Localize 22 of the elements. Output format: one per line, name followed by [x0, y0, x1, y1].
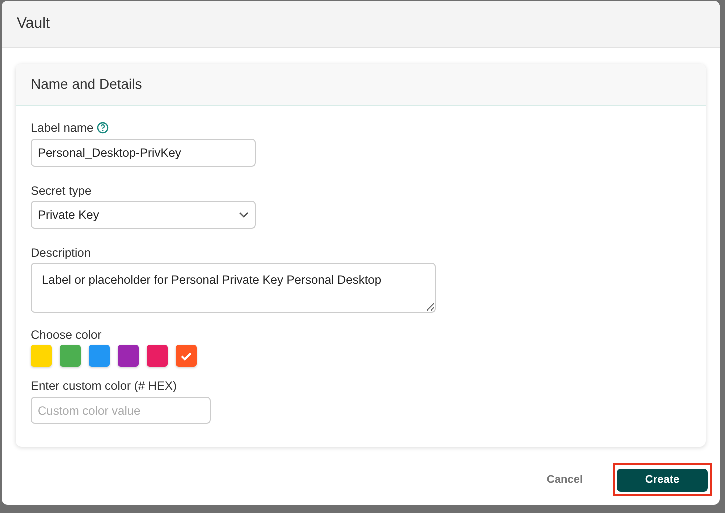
- create-button[interactable]: Create: [617, 468, 708, 492]
- cancel-button[interactable]: Cancel: [536, 468, 593, 492]
- help-icon[interactable]: [96, 122, 109, 134]
- color-swatch[interactable]: [118, 345, 139, 367]
- chevron-down-icon: [239, 212, 249, 218]
- secret-type-dropdown[interactable]: Private Key: [31, 201, 256, 229]
- color-swatch[interactable]: [60, 345, 81, 367]
- section-title: Name and Details: [31, 75, 142, 94]
- color-swatch[interactable]: [176, 345, 197, 367]
- description-field[interactable]: Label or placeholder for Personal Private Key Personal Desktop: [31, 263, 436, 313]
- field-label: Description: [31, 245, 92, 260]
- field-label: Secret type: [31, 183, 93, 198]
- color-swatch[interactable]: [89, 345, 110, 367]
- dialog-title: Vault: [17, 14, 50, 34]
- field-label: Choose color: [31, 327, 103, 342]
- checkmark-icon: [181, 352, 192, 360]
- color-swatch[interactable]: [147, 345, 168, 367]
- color-swatch[interactable]: [31, 345, 52, 367]
- custom-color-field[interactable]: Custom color value: [31, 397, 211, 424]
- label-name-field[interactable]: Personal_Desktop-PrivKey: [31, 139, 256, 167]
- field-label: Enter custom color (# HEX): [31, 378, 178, 393]
- field-label: Label name: [31, 120, 94, 137]
